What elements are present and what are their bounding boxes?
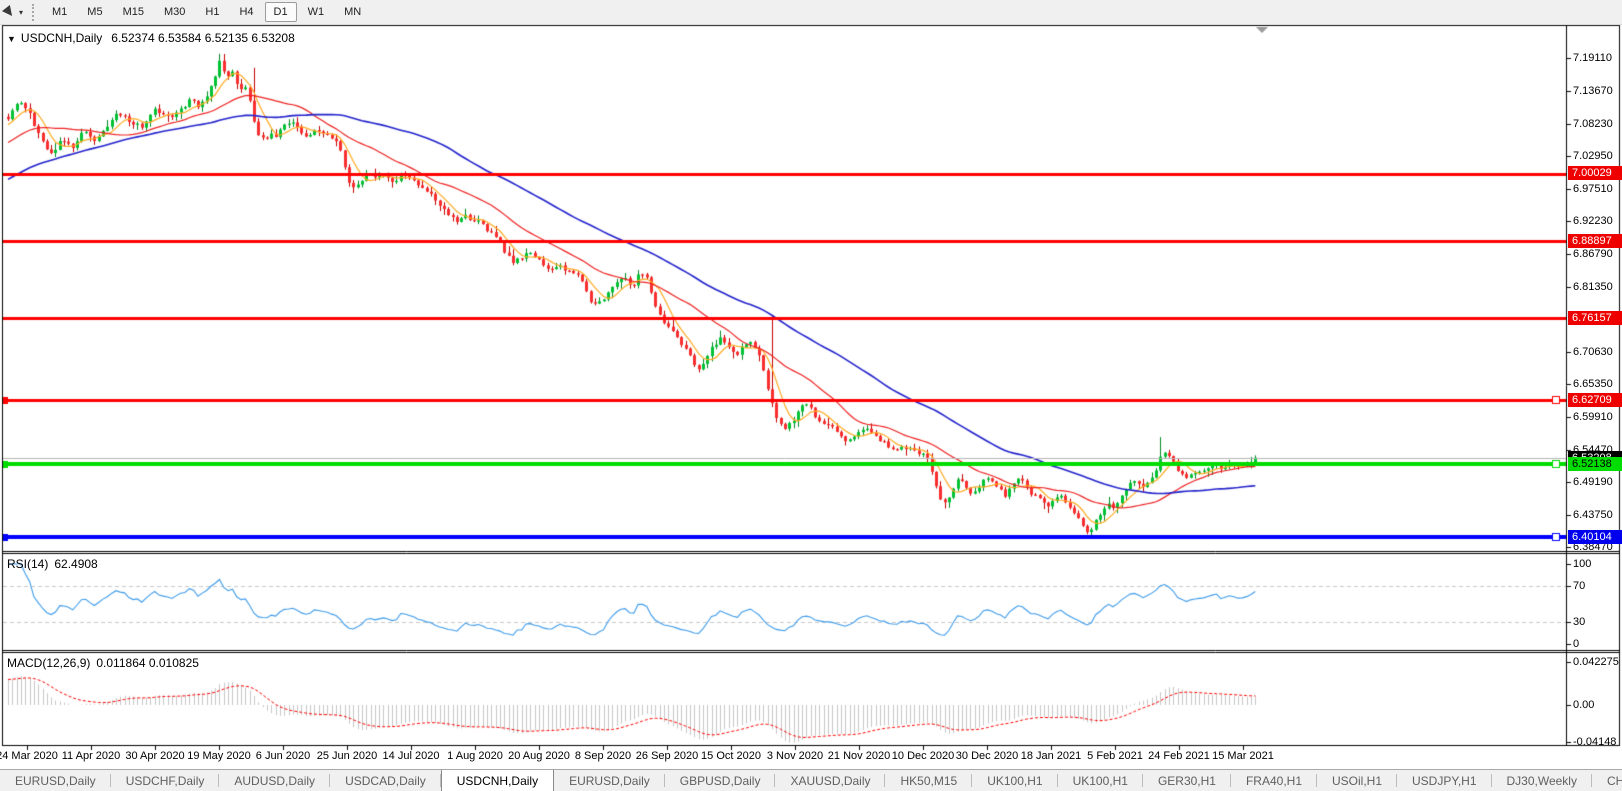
price-level-badge: 7.00029 — [1568, 166, 1622, 180]
chart-tab[interactable]: UK100,H1 — [1058, 770, 1143, 791]
date-axis-label: 15 Mar 2021 — [1212, 750, 1274, 762]
chart-tab[interactable]: AUDUSD,Daily — [219, 770, 330, 791]
date-axis-label: 15 Oct 2020 — [701, 750, 761, 762]
chart-tab[interactable]: GBPUSD,Daily — [665, 770, 776, 791]
rsi-axis-tick: 30 — [1573, 616, 1585, 628]
macd-indicator-title: MACD(12,26,9) 0.011864 0.010825 — [7, 656, 199, 670]
chart-tab[interactable]: EURUSD,Daily — [0, 770, 111, 791]
date-axis-label: 26 Sep 2020 — [636, 750, 698, 762]
macd-axis-tick: 0.042275 — [1573, 656, 1619, 668]
collapse-ohlc-icon[interactable]: ▼ — [7, 34, 16, 44]
macd-values: 0.011864 0.010825 — [96, 656, 199, 670]
chevron-down-icon[interactable]: ▾ — [17, 8, 28, 17]
chart-tab[interactable]: XAUUSD,Daily — [775, 770, 885, 791]
price-axis-tick: 7.02950 — [1573, 150, 1613, 162]
date-axis-label: 6 Jun 2020 — [256, 750, 310, 762]
chart-tab[interactable]: DJ30,Weekly — [1492, 770, 1592, 791]
date-axis-label: 19 May 2020 — [187, 750, 251, 762]
chart-tab[interactable]: CHINA300,H1 — [1592, 770, 1622, 791]
date-axis-label: 24 Mar 2020 — [0, 750, 58, 762]
price-axis-tick: 6.86790 — [1573, 248, 1613, 260]
date-axis-label: 20 Aug 2020 — [508, 750, 570, 762]
rsi-axis-tick: 70 — [1573, 580, 1585, 592]
date-axis-label: 30 Dec 2020 — [956, 750, 1018, 762]
date-axis-label: 3 Nov 2020 — [767, 750, 823, 762]
price-axis-tick: 6.70630 — [1573, 346, 1613, 358]
chart-tab[interactable]: GER30,H1 — [1143, 770, 1231, 791]
price-level-badge: 6.88897 — [1568, 234, 1622, 248]
timeframe-button[interactable]: M1 — [43, 2, 76, 22]
date-axis-label: 18 Jan 2021 — [1021, 750, 1082, 762]
symbol-title: USDCNH,Daily — [21, 31, 102, 45]
timeframe-button[interactable]: W1 — [299, 2, 334, 22]
date-axis-label: 8 Sep 2020 — [575, 750, 631, 762]
timeframe-button[interactable]: H1 — [196, 2, 228, 22]
date-axis-label: 24 Feb 2021 — [1148, 750, 1210, 762]
price-axis-tick: 6.43750 — [1573, 509, 1613, 521]
chart-tab[interactable]: USDCHF,Daily — [111, 770, 220, 791]
timeframe-button[interactable]: M30 — [155, 2, 194, 22]
price-level-badge: 6.40104 — [1568, 530, 1622, 544]
price-level-badge: 6.76157 — [1568, 311, 1622, 325]
date-axis-label: 30 Apr 2020 — [125, 750, 184, 762]
cursor-tool-icon[interactable] — [1, 4, 17, 20]
date-axis-label: 10 Dec 2020 — [892, 750, 954, 762]
price-axis-tick: 6.97510 — [1573, 183, 1613, 195]
price-axis-tick: 6.81350 — [1573, 281, 1613, 293]
price-axis-tick: 6.49190 — [1573, 476, 1613, 488]
chart-tab[interactable]: USDCAD,Daily — [330, 770, 441, 791]
price-level-badge: 6.62709 — [1568, 393, 1622, 407]
price-axis-tick: 7.19110 — [1573, 52, 1612, 64]
date-axis-label: 14 Jul 2020 — [383, 750, 440, 762]
rsi-title-label: RSI(14) — [7, 557, 48, 571]
macd-title-label: MACD(12,26,9) — [7, 656, 90, 670]
rsi-axis-tick: 0 — [1573, 638, 1579, 650]
chart-tab[interactable]: USOil,H1 — [1317, 770, 1397, 791]
date-axis-label: 1 Aug 2020 — [447, 750, 503, 762]
price-axis-tick: 7.08230 — [1573, 118, 1613, 130]
rsi-axis-tick: 100 — [1573, 558, 1591, 570]
chart-tab[interactable]: EURUSD,Daily — [554, 770, 665, 791]
price-axis-tick: 6.92230 — [1573, 215, 1613, 227]
chart-tab[interactable]: UK100,H1 — [972, 770, 1057, 791]
timeframe-button[interactable]: MN — [335, 2, 370, 22]
price-axis-tick: 6.59910 — [1573, 411, 1613, 423]
timeframe-button[interactable]: M5 — [78, 2, 111, 22]
date-axis-label: 11 Apr 2020 — [62, 750, 121, 762]
date-axis-label: 21 Nov 2020 — [828, 750, 890, 762]
timeframe-button-group: M1M5M15M30H1H4D1W1MN — [42, 2, 371, 22]
price-chart-canvas[interactable] — [0, 0, 1622, 768]
toolbar: ▾ M1M5M15M30H1H4D1W1MN — [0, 0, 1622, 25]
rsi-value: 62.4908 — [54, 557, 97, 571]
macd-axis-tick: 0.00 — [1573, 699, 1594, 711]
chart-window-title: ▼ USDCNH,Daily 6.52374 6.53584 6.52135 6.5… — [7, 31, 295, 45]
timeframe-button[interactable]: H4 — [230, 2, 262, 22]
price-level-badge: 6.52138 — [1568, 457, 1622, 471]
chart-tab[interactable]: USDCNH,Daily — [441, 770, 554, 791]
timeframe-button[interactable]: D1 — [265, 2, 297, 22]
macd-axis-tick: -0.04148 — [1573, 736, 1616, 748]
toolbar-grip — [32, 4, 34, 21]
chart-tab[interactable]: USDJPY,H1 — [1397, 770, 1491, 791]
chart-tab[interactable]: FRA40,H1 — [1231, 770, 1317, 791]
chart-tab[interactable]: HK50,M15 — [885, 770, 972, 791]
timeframe-button[interactable]: M15 — [114, 2, 153, 22]
price-axis-tick: 7.13670 — [1573, 85, 1613, 97]
date-axis-label: 5 Feb 2021 — [1087, 750, 1143, 762]
date-axis-label: 25 Jun 2020 — [317, 750, 378, 762]
rsi-indicator-title: RSI(14) 62.4908 — [7, 557, 98, 571]
chart-tab-bar: EURUSD,DailyUSDCHF,DailyAUDUSD,DailyUSDC… — [0, 769, 1622, 791]
price-axis-tick: 6.65350 — [1573, 378, 1613, 390]
tab-list: EURUSD,DailyUSDCHF,DailyAUDUSD,DailyUSDC… — [0, 770, 1622, 791]
ohlc-values: 6.52374 6.53584 6.52135 6.53208 — [111, 31, 295, 45]
